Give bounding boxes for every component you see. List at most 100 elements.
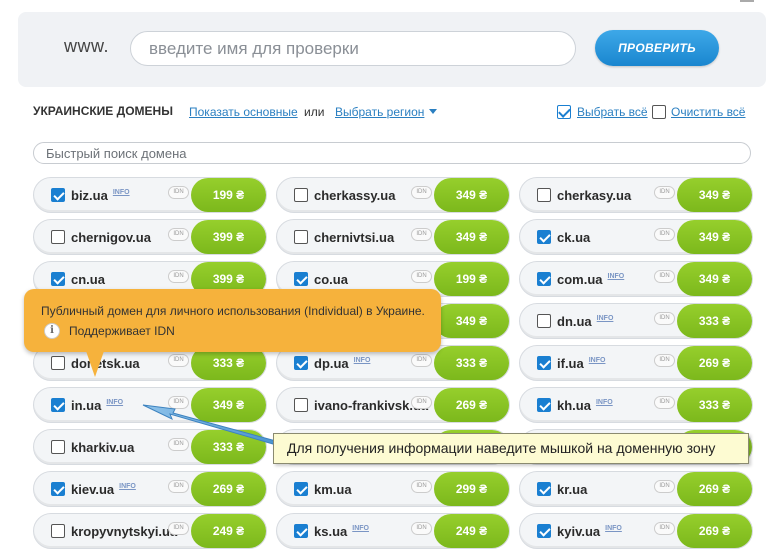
domain-checkbox[interactable] xyxy=(51,230,65,244)
domain-checkbox[interactable] xyxy=(51,524,65,538)
domain-price: 349 ₴ xyxy=(661,262,752,296)
domain-card[interactable]: ivano-frankivsk.ua IDN 269 ₴ xyxy=(276,387,510,423)
domain-checkbox[interactable] xyxy=(51,188,65,202)
info-link[interactable]: INFO xyxy=(354,357,371,364)
domain-card[interactable]: kharkiv.ua IDN 333 ₴ xyxy=(33,429,267,465)
domain-name-text: ck.ua xyxy=(557,230,591,245)
domain-checkbox[interactable] xyxy=(537,314,551,328)
domain-card[interactable]: kr.ua IDN 269 ₴ xyxy=(519,471,753,507)
choose-region-link[interactable]: Выбрать регион xyxy=(335,105,438,119)
domain-card[interactable]: in.ua INFO IDN 349 ₴ xyxy=(33,387,267,423)
domain-card[interactable]: chernigov.ua IDN 399 ₴ xyxy=(33,219,267,255)
info-link[interactable]: INFO xyxy=(597,315,614,322)
domain-checkbox[interactable] xyxy=(51,398,65,412)
domain-price: 333 ₴ xyxy=(661,304,752,338)
domain-card[interactable]: dn.ua INFO IDN 333 ₴ xyxy=(519,303,753,339)
domain-card[interactable]: cherkassy.ua IDN 349 ₴ xyxy=(276,177,510,213)
domain-name-text: kr.ua xyxy=(557,482,588,497)
or-text: или xyxy=(304,105,325,119)
domain-name: biz.ua INFO xyxy=(71,188,130,203)
domain-price: 269 ₴ xyxy=(661,472,752,506)
domain-name-text: cn.ua xyxy=(71,272,105,287)
info-link[interactable]: INFO xyxy=(605,525,622,532)
domain-card[interactable]: kiev.ua INFO IDN 269 ₴ xyxy=(33,471,267,507)
domain-card[interactable]: km.ua IDN 299 ₴ xyxy=(276,471,510,507)
domain-name-text: dp.ua xyxy=(314,356,349,371)
domain-price: 349 ₴ xyxy=(418,304,509,338)
domain-name: com.ua INFO xyxy=(557,272,624,287)
idn-badge: IDN xyxy=(654,396,675,409)
domain-checkbox[interactable] xyxy=(537,482,551,496)
domain-card[interactable]: chernivtsi.ua IDN 349 ₴ xyxy=(276,219,510,255)
domain-price: 299 ₴ xyxy=(418,472,509,506)
info-link[interactable]: INFO xyxy=(352,525,369,532)
select-all-link[interactable]: Выбрать всё xyxy=(577,105,648,119)
domain-name-text: cherkasy.ua xyxy=(557,188,632,203)
domain-name-input[interactable] xyxy=(130,31,576,66)
check-button[interactable]: ПРОВЕРИТЬ xyxy=(595,30,719,66)
info-link[interactable]: INFO xyxy=(608,273,625,280)
info-link[interactable]: INFO xyxy=(106,399,123,406)
idn-badge: IDN xyxy=(411,354,432,367)
domain-checkbox[interactable] xyxy=(51,440,65,454)
domain-checkbox[interactable] xyxy=(51,272,65,286)
domain-checkbox[interactable] xyxy=(537,356,551,370)
domain-checkbox[interactable] xyxy=(51,482,65,496)
domain-checkbox[interactable] xyxy=(294,188,308,202)
domain-name: if.ua INFO xyxy=(557,356,605,371)
domain-checkbox[interactable] xyxy=(294,482,308,496)
domain-checkbox[interactable] xyxy=(294,524,308,538)
domain-price: 269 ₴ xyxy=(661,514,752,548)
domain-checkbox[interactable] xyxy=(294,356,308,370)
domain-checkbox[interactable] xyxy=(537,188,551,202)
info-link[interactable]: INFO xyxy=(113,189,130,196)
domain-checkbox[interactable] xyxy=(537,272,551,286)
domain-price: 269 ₴ xyxy=(175,472,266,506)
domain-card[interactable]: cherkasy.ua IDN 349 ₴ xyxy=(519,177,753,213)
domain-card[interactable]: biz.ua INFO IDN 199 ₴ xyxy=(33,177,267,213)
idn-badge: IDN xyxy=(168,480,189,493)
domain-name: ck.ua xyxy=(557,230,590,245)
select-all-checkbox[interactable] xyxy=(557,105,571,119)
domain-price: 333 ₴ xyxy=(661,388,752,422)
domain-price: 399 ₴ xyxy=(175,220,266,254)
domain-card[interactable]: com.ua INFO IDN 349 ₴ xyxy=(519,261,753,297)
domain-card[interactable]: if.ua INFO IDN 269 ₴ xyxy=(519,345,753,381)
domain-checkbox[interactable] xyxy=(537,230,551,244)
show-main-link[interactable]: Показать основные xyxy=(189,105,298,119)
idn-badge: IDN xyxy=(168,186,189,199)
idn-badge: IDN xyxy=(411,186,432,199)
domain-price: 199 ₴ xyxy=(175,178,266,212)
domain-name-text: in.ua xyxy=(71,398,102,413)
domain-name: kiev.ua INFO xyxy=(71,482,136,497)
info-link[interactable]: INFO xyxy=(119,483,136,490)
info-link[interactable]: INFO xyxy=(596,399,613,406)
domain-card[interactable]: kh.ua INFO IDN 333 ₴ xyxy=(519,387,753,423)
domain-checkbox[interactable] xyxy=(294,398,308,412)
clear-all-link[interactable]: Очистить всё xyxy=(671,105,745,119)
idn-badge: IDN xyxy=(411,522,432,535)
info-link[interactable]: INFO xyxy=(589,357,606,364)
tooltip-description: Публичный домен для личного использовани… xyxy=(41,304,425,318)
idn-badge: IDN xyxy=(411,396,432,409)
domain-checkbox[interactable] xyxy=(294,272,308,286)
domain-checkbox[interactable] xyxy=(51,356,65,370)
domain-name: kyiv.ua INFO xyxy=(557,524,622,539)
idn-badge: IDN xyxy=(654,312,675,325)
domain-price: 349 ₴ xyxy=(418,178,509,212)
domain-info-tooltip: Публичный домен для личного использовани… xyxy=(24,289,441,352)
tooltip-tail xyxy=(86,351,104,377)
domain-checkbox[interactable] xyxy=(537,524,551,538)
chevron-down-icon xyxy=(429,109,438,114)
quick-domain-search-input[interactable] xyxy=(33,142,751,164)
domain-card[interactable]: kropyvnytskyi.ua IDN 249 ₴ xyxy=(33,513,267,549)
domain-card[interactable]: kyiv.ua INFO IDN 269 ₴ xyxy=(519,513,753,549)
domain-card[interactable]: ck.ua IDN 349 ₴ xyxy=(519,219,753,255)
domain-checkbox[interactable] xyxy=(294,230,308,244)
domain-name: kr.ua xyxy=(557,482,587,497)
domain-checkbox[interactable] xyxy=(537,398,551,412)
domain-price: 349 ₴ xyxy=(661,178,752,212)
domain-card[interactable]: ks.ua INFO IDN 249 ₴ xyxy=(276,513,510,549)
idn-badge: IDN xyxy=(168,354,189,367)
clear-all-checkbox[interactable] xyxy=(652,105,666,119)
